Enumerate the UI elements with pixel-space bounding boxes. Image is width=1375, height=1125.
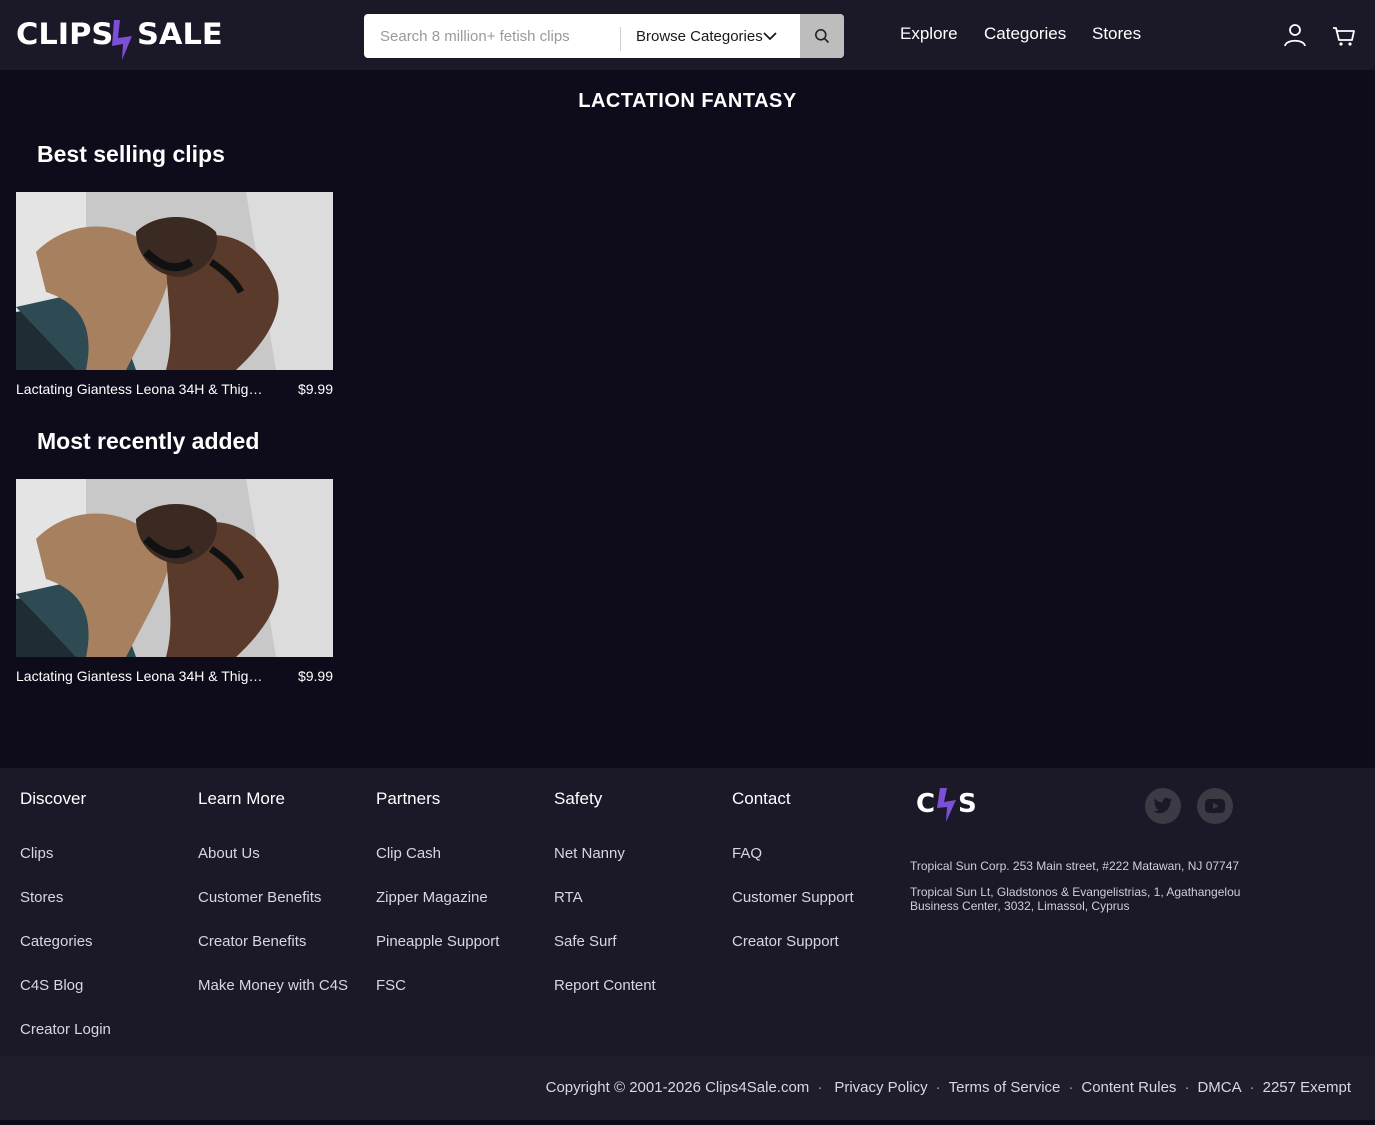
footer-heading: Learn More — [198, 789, 285, 808]
chevron-down-icon — [763, 32, 777, 41]
clip-price: $9.99 — [297, 381, 333, 397]
copyright-text: Copyright © 2001-2026 Clips4Sale.com — [545, 1079, 810, 1096]
search-button[interactable] — [800, 14, 844, 58]
footer-link[interactable]: FSC — [376, 977, 406, 994]
browse-categories-label: Browse Categories — [636, 27, 763, 45]
footer-link[interactable]: Zipper Magazine — [376, 889, 488, 906]
search-input[interactable] — [364, 14, 620, 58]
privacy-policy-link[interactable]: Privacy Policy — [834, 1079, 927, 1096]
clip-thumbnail-image — [16, 192, 333, 370]
svg-text:S: S — [958, 789, 977, 819]
footer-link[interactable]: Clip Cash — [376, 845, 441, 862]
search-icon — [815, 29, 830, 44]
terms-of-service-link[interactable]: Terms of Service — [949, 1079, 1061, 1096]
footer-link[interactable]: Net Nanny — [554, 845, 625, 862]
clip-card[interactable]: Lactating Giantess Leona 34H & Thighs Sh… — [16, 192, 333, 402]
copyright-row: Copyright © 2001-2026 Clips4Sale.com · P… — [546, 1079, 1351, 1096]
clip-title[interactable]: Lactating Giantess Leona 34H & Thighs Sh… — [16, 668, 266, 684]
clip-title[interactable]: Lactating Giantess Leona 34H & Thighs Sh… — [16, 381, 266, 397]
footer-link[interactable]: Creator Benefits — [198, 933, 306, 950]
footer-link[interactable]: Stores — [20, 889, 63, 906]
footer-link[interactable]: Pineapple Support — [376, 933, 499, 950]
section-title-recently-added: Most recently added — [37, 428, 260, 454]
separator: · — [1249, 1079, 1255, 1096]
clips4sale-logo[interactable]: CLIPS SALE — [16, 18, 266, 62]
footer-link[interactable]: Customer Support — [732, 889, 854, 906]
clip-thumbnail[interactable] — [16, 192, 333, 370]
nav-categories[interactable]: Categories — [984, 24, 1066, 44]
user-account-icon[interactable] — [1283, 22, 1307, 48]
youtube-icon — [1205, 799, 1225, 813]
nav-explore[interactable]: Explore — [900, 24, 958, 44]
footer-link[interactable]: Report Content — [554, 977, 656, 994]
separator: · — [1184, 1079, 1190, 1096]
site-footer: Discover Clips Stores Categories C4S Blo… — [0, 768, 1375, 1056]
footer-heading: Partners — [376, 789, 441, 808]
separator: · — [817, 1079, 823, 1096]
search-bar: Browse Categories — [364, 14, 844, 58]
clip-thumbnail[interactable] — [16, 479, 333, 657]
separator: · — [935, 1079, 941, 1096]
page-title: LACTATION FANTASY — [578, 90, 797, 112]
twitter-icon — [1153, 797, 1173, 814]
footer-link[interactable]: FAQ — [732, 845, 762, 862]
section-title-best-selling: Best selling clips — [37, 141, 225, 167]
footer-heading: Safety — [554, 789, 603, 808]
separator: · — [1068, 1079, 1074, 1096]
address-us: Tropical Sun Corp. 253 Main street, #222… — [910, 859, 1240, 873]
page-bottom-edge — [0, 1120, 1375, 1125]
footer-link[interactable]: Clips — [20, 845, 53, 862]
site-header: CLIPS SALE Browse Categories Explore Cat… — [0, 0, 1375, 70]
clip-thumbnail-image — [16, 479, 333, 657]
2257-exempt-link[interactable]: 2257 Exempt — [1263, 1079, 1351, 1096]
footer-link[interactable]: Make Money with C4S — [198, 977, 348, 994]
browse-categories-dropdown[interactable]: Browse Categories — [621, 14, 800, 58]
footer-link[interactable]: Creator Support — [732, 933, 839, 950]
cart-icon[interactable] — [1332, 22, 1356, 48]
dmca-link[interactable]: DMCA — [1197, 1079, 1241, 1096]
footer-heading: Discover — [20, 789, 87, 808]
footer-link[interactable]: Categories — [20, 933, 93, 950]
content-rules-link[interactable]: Content Rules — [1081, 1079, 1176, 1096]
lightning-bolt-icon — [111, 20, 132, 60]
footer-link[interactable]: C4S Blog — [20, 977, 83, 994]
nav-stores[interactable]: Stores — [1092, 24, 1141, 44]
footer-link[interactable]: RTA — [554, 889, 583, 906]
copyright-bar: Copyright © 2001-2026 Clips4Sale.com · P… — [0, 1056, 1375, 1120]
clip-card[interactable]: Lactating Giantess Leona 34H & Thighs Sh… — [16, 479, 333, 689]
address-cyprus: Tropical Sun Lt, Gladstonos & Evangelist… — [910, 885, 1241, 913]
footer-link[interactable]: Customer Benefits — [198, 889, 321, 906]
c4s-logo[interactable]: C S — [916, 784, 986, 824]
footer-link[interactable]: About Us — [198, 845, 260, 862]
twitter-button[interactable] — [1145, 788, 1181, 824]
footer-heading: Contact — [732, 789, 791, 808]
logo-text-sale: SALE — [136, 17, 223, 51]
footer-link[interactable]: Safe Surf — [554, 933, 617, 950]
youtube-button[interactable] — [1197, 788, 1233, 824]
svg-text:C: C — [916, 789, 935, 819]
logo-text-clips: CLIPS — [16, 17, 114, 51]
footer-link[interactable]: Creator Login — [20, 1021, 111, 1038]
clip-price: $9.99 — [297, 668, 333, 684]
